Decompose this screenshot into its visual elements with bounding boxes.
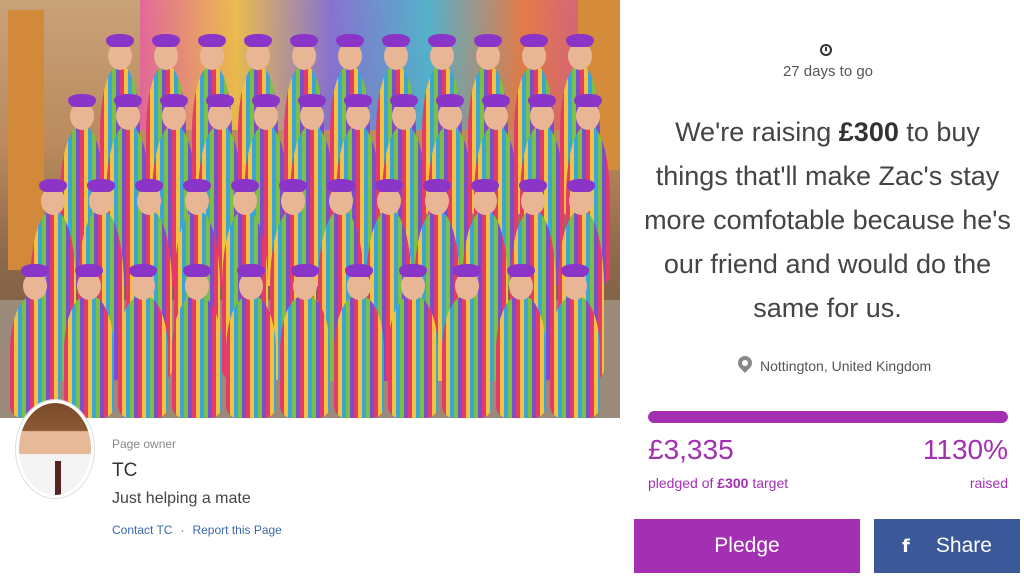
- photo-person-cap: [237, 264, 265, 277]
- headline-text-end: to buy things that'll make Zac's stay mo…: [644, 117, 1011, 323]
- link-separator: ·: [180, 523, 185, 537]
- headline-amount: £300: [838, 117, 899, 147]
- photo-person-cap: [390, 94, 418, 107]
- photo-person-cap: [291, 264, 319, 277]
- photo-person-cap: [106, 34, 134, 47]
- share-button[interactable]: f Share: [874, 519, 1020, 573]
- photo-person: [280, 296, 330, 418]
- pledged-prefix: pledged of: [648, 475, 718, 491]
- photo-person-cap: [566, 34, 594, 47]
- clock-icon: [820, 44, 832, 56]
- photo-person-cap: [152, 34, 180, 47]
- photo-person-cap: [471, 179, 499, 192]
- pledged-target-label: pledged of £300 target: [648, 475, 788, 491]
- facebook-icon: f: [902, 535, 910, 557]
- owner-links: Contact TC · Report this Page: [112, 523, 282, 537]
- photo-person-cap: [345, 264, 373, 277]
- funding-progress-bar: [648, 411, 1008, 423]
- photo-person: [550, 296, 600, 418]
- campaign-headline: We're raising £300 to buy things that'll…: [640, 110, 1015, 330]
- photo-person-cap: [561, 264, 589, 277]
- photo-person-cap: [206, 94, 234, 107]
- photo-person: [226, 296, 276, 418]
- photo-person-cap: [520, 34, 548, 47]
- photo-person-cap: [399, 264, 427, 277]
- photo-person-cap: [375, 179, 403, 192]
- avatar-tie: [55, 461, 61, 495]
- pledged-amount: £3,335: [648, 434, 734, 465]
- map-pin-icon: [738, 356, 752, 376]
- raised-label: raised: [969, 475, 1008, 491]
- photo-person-cap: [183, 264, 211, 277]
- photo-person-cap: [160, 94, 188, 107]
- photo-person: [118, 296, 168, 418]
- photo-person-cap: [68, 94, 96, 107]
- photo-person-cap: [114, 94, 142, 107]
- photo-person-cap: [436, 94, 464, 107]
- photo-person-cap: [453, 264, 481, 277]
- photo-person-cap: [474, 34, 502, 47]
- contact-owner-link[interactable]: Contact TC: [112, 523, 172, 537]
- photo-person-cap: [87, 179, 115, 192]
- photo-person-cap: [423, 179, 451, 192]
- owner-tagline: Just helping a mate: [112, 490, 251, 507]
- photo-person-cap: [231, 179, 259, 192]
- target-amount: £300: [717, 475, 749, 491]
- share-label: Share: [935, 534, 992, 557]
- photo-person-cap: [344, 94, 372, 107]
- photo-person-cap: [290, 34, 318, 47]
- campaign-photo: [0, 0, 620, 418]
- photo-person-cap: [507, 264, 535, 277]
- photo-person: [496, 296, 546, 418]
- photo-person-cap: [244, 34, 272, 47]
- photo-person-cap: [428, 34, 456, 47]
- photo-person-cap: [21, 264, 49, 277]
- photo-person-cap: [528, 94, 556, 107]
- photo-person-cap: [135, 179, 163, 192]
- photo-person: [172, 296, 222, 418]
- photo-person-cap: [519, 179, 547, 192]
- pledge-button[interactable]: Pledge: [634, 519, 860, 573]
- report-page-link[interactable]: Report this Page: [192, 523, 281, 537]
- photo-person-cap: [129, 264, 157, 277]
- target-suffix: target: [748, 475, 789, 491]
- photo-person-cap: [279, 179, 307, 192]
- photo-person-cap: [198, 34, 226, 47]
- photo-person-cap: [75, 264, 103, 277]
- photo-person-cap: [574, 94, 602, 107]
- photo-person-cap: [567, 179, 595, 192]
- owner-caption: Page owner: [112, 437, 177, 451]
- photo-person-cap: [252, 94, 280, 107]
- days-to-go: 27 days to go: [782, 63, 874, 80]
- owner-name: TC: [112, 460, 138, 481]
- location-text: Nottington, United Kingdom: [760, 358, 932, 374]
- funding-progress-fill: [648, 411, 1008, 423]
- photo-person-cap: [298, 94, 326, 107]
- photo-person: [64, 296, 114, 418]
- photo-person-cap: [336, 34, 364, 47]
- headline-text-start: We're raising: [675, 117, 839, 147]
- percent-raised: 1130%: [922, 434, 1008, 465]
- photo-person-cap: [482, 94, 510, 107]
- photo-person: [334, 296, 384, 418]
- owner-avatar: [16, 400, 94, 498]
- photo-person: [442, 296, 492, 418]
- photo-person-cap: [327, 179, 355, 192]
- campaign-location: Nottington, United Kingdom: [738, 354, 931, 378]
- photo-person-cap: [39, 179, 67, 192]
- photo-person: [388, 296, 438, 418]
- photo-person-cap: [183, 179, 211, 192]
- photo-person-cap: [382, 34, 410, 47]
